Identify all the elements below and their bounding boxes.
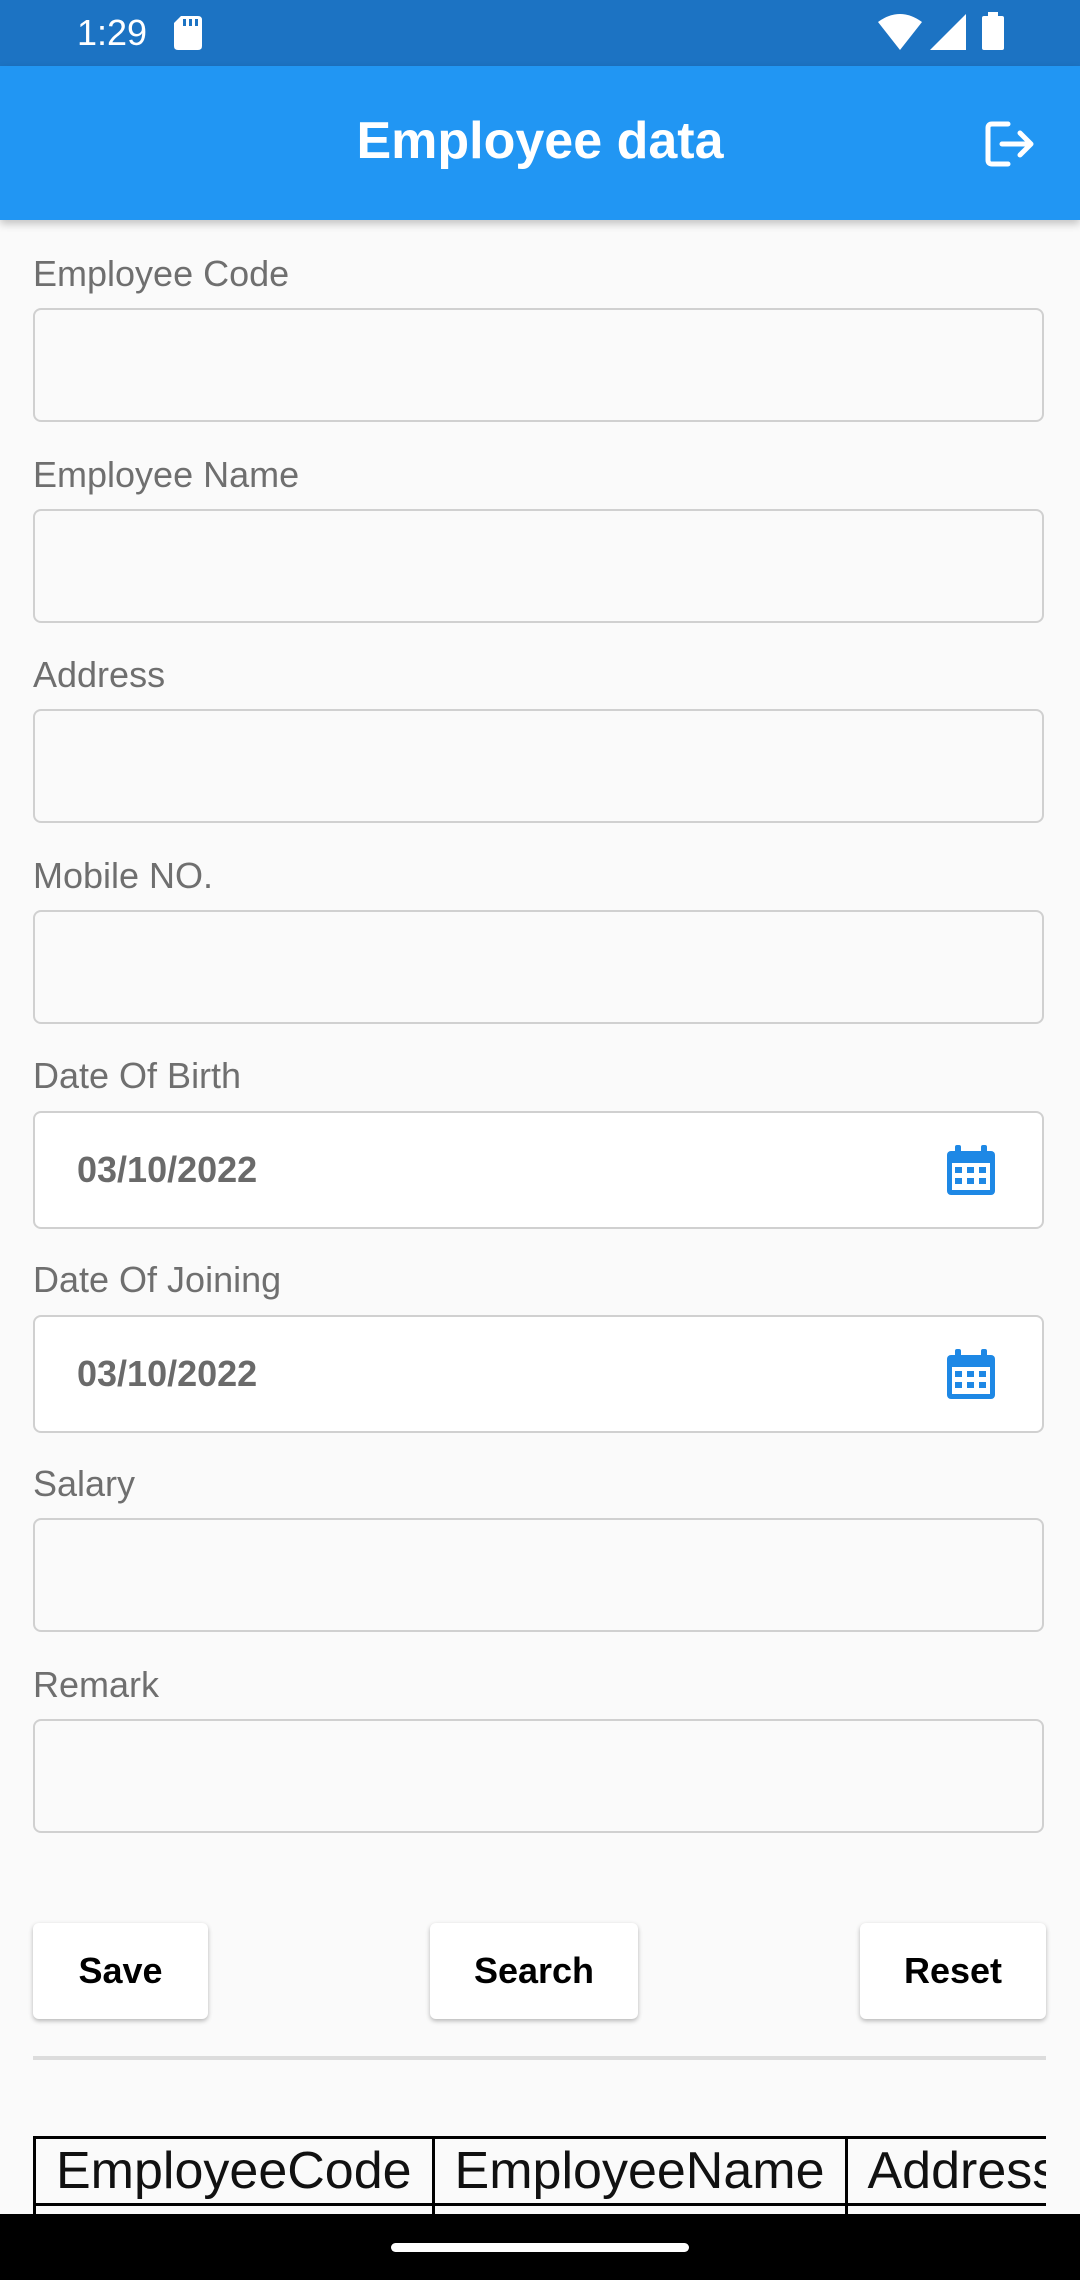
table-row — [33, 2203, 1046, 2214]
navigation-bar — [0, 2214, 1080, 2280]
employee-name-input[interactable] — [33, 509, 1044, 623]
battery-icon — [982, 12, 1004, 50]
employee-code-input[interactable] — [33, 308, 1044, 422]
save-button[interactable]: Save — [33, 1923, 208, 2019]
remark-label: Remark — [33, 1664, 160, 1705]
status-time: 1:29 — [77, 12, 148, 53]
calendar-icon[interactable] — [943, 1143, 999, 1199]
table-header-employee-code[interactable]: EmployeeCode — [33, 2136, 435, 2206]
status-bar: 1:29 — [0, 0, 1080, 66]
page-title: Employee data — [356, 112, 724, 170]
logout-icon — [985, 121, 1034, 167]
address-input[interactable] — [33, 709, 1044, 823]
table-header-row: EmployeeCode EmployeeName Address — [33, 2136, 1046, 2206]
date-of-birth-value: 03/10/2022 — [77, 1149, 258, 1190]
sd-card-icon — [174, 16, 202, 50]
mobile-no-input[interactable] — [33, 910, 1044, 1024]
remark-input[interactable] — [33, 1719, 1044, 1833]
mobile-no-label: Mobile NO. — [33, 855, 214, 896]
signal-icon — [930, 14, 966, 50]
employee-code-label: Employee Code — [33, 253, 290, 294]
table-header-employee-name[interactable]: EmployeeName — [431, 2136, 848, 2206]
employee-table: EmployeeCode EmployeeName Address — [33, 2136, 1046, 2214]
search-button[interactable]: Search — [430, 1923, 638, 2019]
date-of-joining-label: Date Of Joining — [33, 1259, 282, 1300]
app-bar: Employee data — [0, 66, 1080, 220]
logout-button[interactable] — [978, 112, 1042, 176]
date-of-joining-field[interactable]: 03/10/2022 — [33, 1315, 1044, 1433]
reset-button[interactable]: Reset — [860, 1923, 1046, 2019]
table-cell — [33, 2203, 435, 2214]
date-of-joining-value: 03/10/2022 — [77, 1353, 258, 1394]
table-header-address[interactable]: Address — [844, 2136, 1046, 2206]
table-cell — [431, 2203, 848, 2214]
table-cell — [844, 2203, 1046, 2214]
divider — [33, 2056, 1046, 2060]
wifi-icon — [878, 14, 922, 50]
date-of-birth-field[interactable]: 03/10/2022 — [33, 1111, 1044, 1229]
salary-input[interactable] — [33, 1518, 1044, 1632]
address-label: Address — [33, 654, 166, 695]
employee-name-label: Employee Name — [33, 454, 300, 495]
salary-label: Salary — [33, 1463, 136, 1504]
calendar-icon[interactable] — [943, 1347, 999, 1403]
home-indicator[interactable] — [391, 2243, 689, 2252]
date-of-birth-label: Date Of Birth — [33, 1055, 242, 1096]
